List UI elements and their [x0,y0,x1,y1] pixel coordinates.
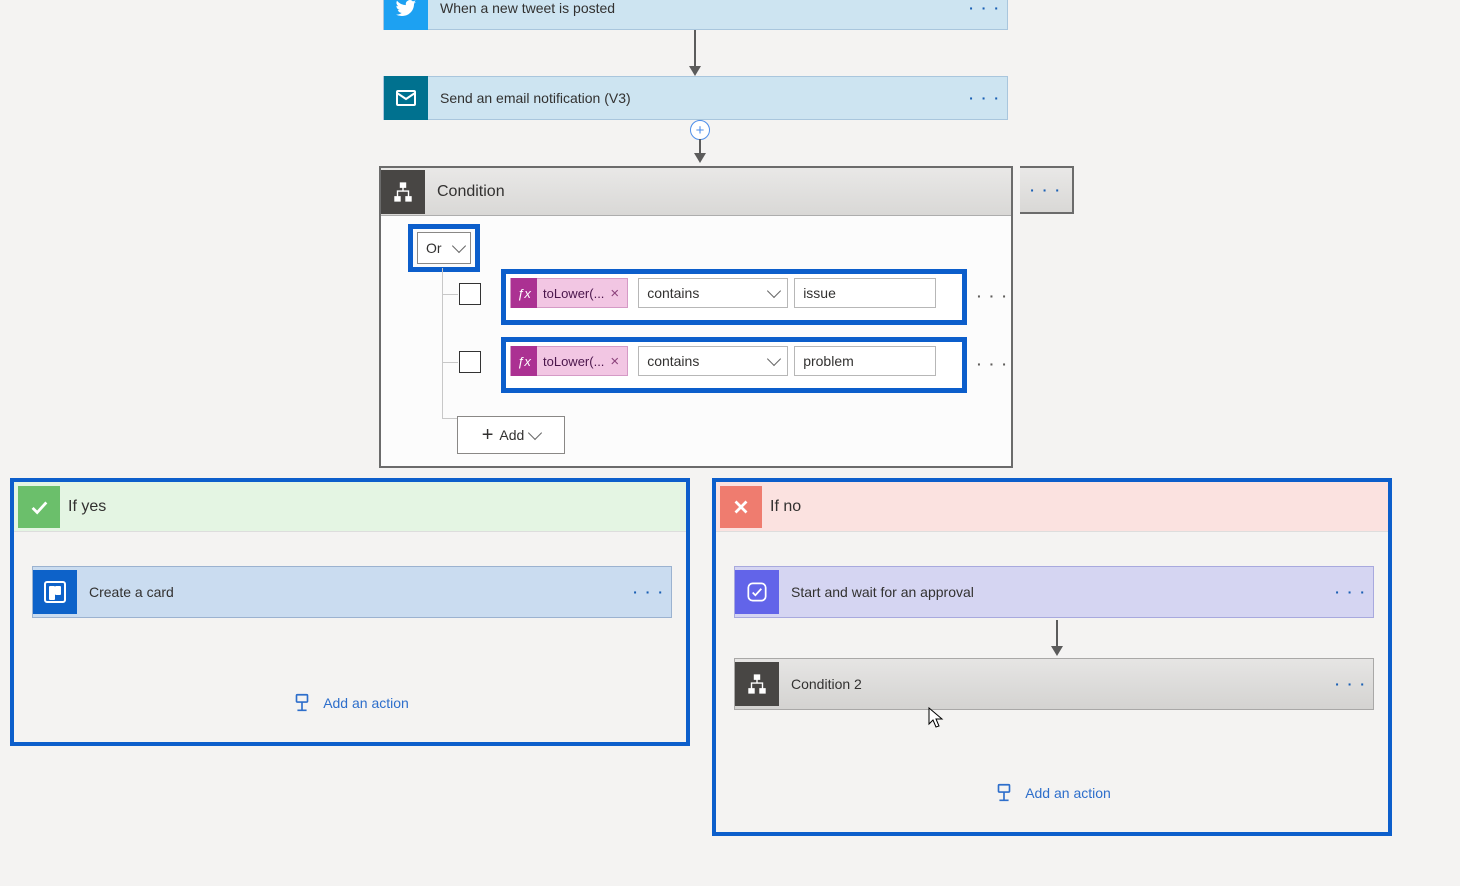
value-text: problem [803,353,854,369]
fx-icon: ƒx [511,346,537,376]
condition-title: Condition [425,183,1011,201]
add-action-icon [291,692,313,714]
chevron-down-icon [528,426,542,440]
row-more-button[interactable]: · · · [977,356,1009,372]
approval-more-button[interactable]: · · · [1329,584,1373,600]
value-input[interactable]: problem [794,346,936,376]
add-action-icon [993,782,1015,804]
expression-pill[interactable]: ƒx toLower(... × [510,278,628,308]
value-input[interactable]: issue [794,278,936,308]
operator-select[interactable]: contains [638,278,788,308]
condition-header[interactable]: Condition [381,168,1011,216]
chevron-down-icon [767,284,781,298]
row-more-button[interactable]: · · · [977,288,1009,304]
row-select-checkbox[interactable] [459,351,481,373]
approval-title: Start and wait for an approval [779,584,1329,600]
condition-step: Condition Or ƒx toLower(... × contains [379,166,1013,468]
condition2-step[interactable]: Condition 2 · · · [734,658,1374,710]
chevron-down-icon [767,352,781,366]
mail-icon [384,76,428,120]
add-condition-button[interactable]: + Add [457,416,565,454]
condition-row-highlight: ƒx toLower(... × contains problem [501,337,967,393]
trigger-title: When a new tweet is posted [428,0,963,16]
condition-icon [381,170,425,214]
condition-more-button[interactable]: · · · [1020,166,1074,214]
create-card-more-button[interactable]: · · · [627,584,671,600]
condition-rail [442,294,458,295]
add-action-label: Add an action [323,695,409,711]
add-action-button[interactable]: Add an action [14,692,686,714]
approval-step[interactable]: Start and wait for an approval · · · [734,566,1374,618]
expression-pill[interactable]: ƒx toLower(... × [510,346,628,376]
insert-step-button[interactable]: + [690,120,710,140]
group-operator-label: Or [426,240,442,256]
approval-icon [735,570,779,614]
expression-text: toLower(... [543,354,604,369]
trello-icon [33,570,77,614]
chevron-down-icon [452,239,466,253]
operator-label: contains [647,285,699,301]
if-no-branch: If no Start and wait for an approval · ·… [712,478,1392,836]
expression-remove-button[interactable]: × [610,285,619,302]
operator-label: contains [647,353,699,369]
x-icon [720,486,762,528]
if-yes-branch: If yes Create a card · · · Add an action [10,478,690,746]
group-operator-highlight: Or [408,224,480,272]
expression-text: toLower(... [543,286,604,301]
condition-row-highlight: ƒx toLower(... × contains issue [501,269,967,325]
email-step-title: Send an email notification (V3) [428,90,963,106]
fx-icon: ƒx [511,278,537,308]
email-step-more-button[interactable]: · · · [963,90,1007,106]
value-text: issue [803,285,836,301]
expression-remove-button[interactable]: × [610,353,619,370]
trigger-more-button[interactable]: · · · [963,0,1007,16]
condition-rail [442,418,458,419]
mouse-cursor-icon [928,707,944,729]
create-card-step[interactable]: Create a card · · · [32,566,672,618]
if-yes-title: If yes [68,498,106,516]
add-label: Add [499,427,524,443]
insert-step-arrow: + [683,120,717,166]
flow-arrow [690,30,700,76]
condition2-title: Condition 2 [779,676,1329,692]
trigger-step[interactable]: When a new tweet is posted · · · [383,0,1008,30]
condition-rail [442,268,443,418]
if-no-header: If no [716,482,1388,532]
add-action-label: Add an action [1025,785,1111,801]
if-no-title: If no [770,498,801,516]
create-card-title: Create a card [77,584,627,600]
condition2-more-button[interactable]: · · · [1329,676,1373,692]
condition-rail [442,362,458,363]
check-icon [18,486,60,528]
condition-icon [735,662,779,706]
email-step[interactable]: Send an email notification (V3) · · · [383,76,1008,120]
group-operator-select[interactable]: Or [417,232,471,264]
twitter-icon [384,0,428,30]
row-select-checkbox[interactable] [459,283,481,305]
add-action-button[interactable]: Add an action [716,782,1388,804]
operator-select[interactable]: contains [638,346,788,376]
if-yes-header: If yes [14,482,686,532]
flow-arrow [1052,620,1062,656]
